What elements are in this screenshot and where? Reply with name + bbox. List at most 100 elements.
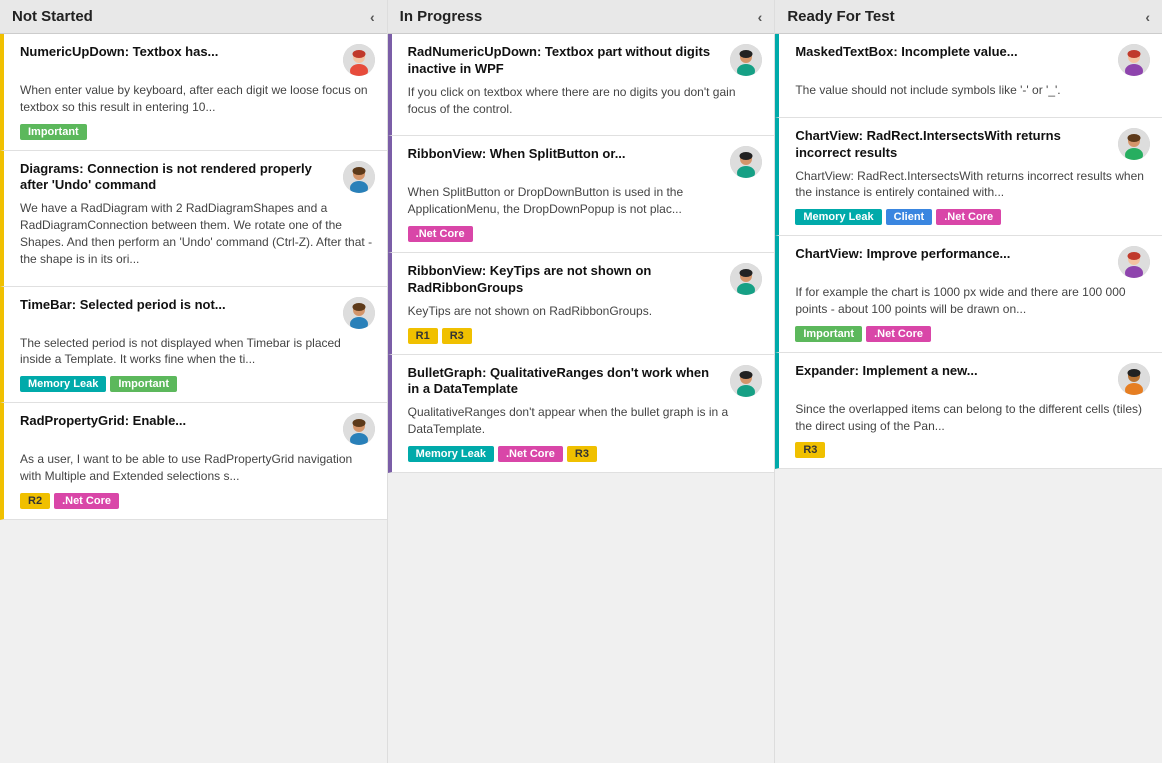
avatar: [343, 161, 375, 193]
card-top: BulletGraph: QualitativeRanges don't wor…: [408, 365, 763, 399]
tag-netcore[interactable]: .Net Core: [408, 226, 473, 242]
column-header-ready-for-test: Ready For Test ‹: [775, 0, 1162, 34]
avatar: [730, 44, 762, 76]
card[interactable]: NumericUpDown: Textbox has... When enter…: [0, 34, 387, 151]
tag-r3[interactable]: R3: [567, 446, 597, 462]
card-description: If for example the chart is 1000 px wide…: [795, 284, 1150, 318]
card-title: MaskedTextBox: Incomplete value...: [795, 44, 1118, 61]
tag-memoryleak[interactable]: Memory Leak: [408, 446, 494, 462]
card-tags: Memory Leak Client.Net Core: [795, 209, 1150, 225]
avatar: [1118, 246, 1150, 278]
tag-important[interactable]: Important: [20, 124, 87, 140]
card-title: RadNumericUpDown: Textbox part without d…: [408, 44, 731, 78]
card-tags: R3: [795, 442, 1150, 458]
card[interactable]: ChartView: Improve performance... If for…: [775, 236, 1162, 353]
card-description: When SplitButton or DropDownButton is us…: [408, 184, 763, 218]
card-title: BulletGraph: QualitativeRanges don't wor…: [408, 365, 731, 399]
avatar: [343, 297, 375, 329]
avatar: [1118, 363, 1150, 395]
card-tags: .Net Core: [408, 226, 763, 242]
tag-memoryleak[interactable]: Memory Leak: [795, 209, 881, 225]
column-title-in-progress: In Progress: [400, 8, 483, 25]
card-top: RibbonView: KeyTips are not shown on Rad…: [408, 263, 763, 297]
column-title-not-started: Not Started: [12, 8, 93, 25]
card-tags: R1R3: [408, 328, 763, 344]
column-header-in-progress: In Progress ‹: [388, 0, 775, 34]
card-top: Expander: Implement a new...: [795, 363, 1150, 395]
card-title: TimeBar: Selected period is not...: [20, 297, 343, 314]
card[interactable]: TimeBar: Selected period is not... The s…: [0, 287, 387, 404]
card-title: RadPropertyGrid: Enable...: [20, 413, 343, 430]
collapse-icon-ready-for-test[interactable]: ‹: [1145, 9, 1150, 25]
card[interactable]: MaskedTextBox: Incomplete value... The v…: [775, 34, 1162, 118]
avatar: [343, 44, 375, 76]
card-tags: Important.Net Core: [795, 326, 1150, 342]
tag-important[interactable]: Important: [110, 376, 177, 392]
card-description: QualitativeRanges don't appear when the …: [408, 404, 763, 438]
kanban-board: Not Started ‹ NumericUpDown: Textbox has..…: [0, 0, 1162, 763]
card-top: Diagrams: Connection is not rendered pro…: [20, 161, 375, 195]
cards-container-ready-for-test: MaskedTextBox: Incomplete value... The v…: [775, 34, 1162, 469]
card-top: RadNumericUpDown: Textbox part without d…: [408, 44, 763, 78]
card-description: We have a RadDiagram with 2 RadDiagramSh…: [20, 200, 375, 267]
card-description: KeyTips are not shown on RadRibbonGroups…: [408, 303, 763, 320]
card-title: ChartView: Improve performance...: [795, 246, 1118, 263]
card[interactable]: BulletGraph: QualitativeRanges don't wor…: [388, 355, 775, 473]
avatar: [1118, 44, 1150, 76]
card-top: RadPropertyGrid: Enable...: [20, 413, 375, 445]
card-tags: Important: [20, 124, 375, 140]
card-top: ChartView: Improve performance...: [795, 246, 1150, 278]
card-description: Since the overlapped items can belong to…: [795, 401, 1150, 435]
cards-container-in-progress: RadNumericUpDown: Textbox part without d…: [388, 34, 775, 473]
card-title: RibbonView: When SplitButton or...: [408, 146, 731, 163]
tag-netcore[interactable]: .Net Core: [498, 446, 563, 462]
card[interactable]: RibbonView: When SplitButton or... When …: [388, 136, 775, 253]
card-tags: R2.Net Core: [20, 493, 375, 509]
avatar: [343, 413, 375, 445]
card-top: ChartView: RadRect.IntersectsWith return…: [795, 128, 1150, 162]
tag-netcore[interactable]: .Net Core: [54, 493, 119, 509]
tag-netcore[interactable]: .Net Core: [936, 209, 1001, 225]
card-title: NumericUpDown: Textbox has...: [20, 44, 343, 61]
tag-important[interactable]: Important: [795, 326, 862, 342]
card-description: As a user, I want to be able to use RadP…: [20, 451, 375, 485]
tag-r3[interactable]: R3: [442, 328, 472, 344]
avatar: [730, 365, 762, 397]
column-title-ready-for-test: Ready For Test: [787, 8, 894, 25]
card-title: Expander: Implement a new...: [795, 363, 1118, 380]
card-description: When enter value by keyboard, after each…: [20, 82, 375, 116]
column-ready-for-test: Ready For Test ‹ MaskedTextBox: Incomplete…: [775, 0, 1162, 763]
column-in-progress: In Progress ‹ RadNumericUpDown: Textbox pa…: [388, 0, 776, 763]
card-description: The value should not include symbols lik…: [795, 82, 1150, 99]
tag-memoryleak[interactable]: Memory Leak: [20, 376, 106, 392]
collapse-icon-not-started[interactable]: ‹: [370, 9, 375, 25]
card-top: MaskedTextBox: Incomplete value...: [795, 44, 1150, 76]
card-description: If you click on textbox where there are …: [408, 84, 763, 118]
card-title: ChartView: RadRect.IntersectsWith return…: [795, 128, 1118, 162]
card[interactable]: Expander: Implement a new... Since the o…: [775, 353, 1162, 470]
column-not-started: Not Started ‹ NumericUpDown: Textbox has..…: [0, 0, 388, 763]
card-top: TimeBar: Selected period is not...: [20, 297, 375, 329]
tag-r3[interactable]: R3: [795, 442, 825, 458]
card-description: ChartView: RadRect.IntersectsWith return…: [795, 168, 1150, 202]
card-tags: Memory LeakImportant: [20, 376, 375, 392]
collapse-icon-in-progress[interactable]: ‹: [758, 9, 763, 25]
tag-client[interactable]: Client: [886, 209, 933, 225]
card[interactable]: RadNumericUpDown: Textbox part without d…: [388, 34, 775, 136]
cards-container-not-started: NumericUpDown: Textbox has... When enter…: [0, 34, 387, 520]
card-tags: Memory Leak.Net CoreR3: [408, 446, 763, 462]
card[interactable]: ChartView: RadRect.IntersectsWith return…: [775, 118, 1162, 236]
card-top: NumericUpDown: Textbox has...: [20, 44, 375, 76]
tag-r1[interactable]: R1: [408, 328, 438, 344]
card[interactable]: Diagrams: Connection is not rendered pro…: [0, 151, 387, 287]
card-description: The selected period is not displayed whe…: [20, 335, 375, 369]
card[interactable]: RadPropertyGrid: Enable... As a user, I …: [0, 403, 387, 520]
tag-netcore[interactable]: .Net Core: [866, 326, 931, 342]
avatar: [730, 263, 762, 295]
card-title: Diagrams: Connection is not rendered pro…: [20, 161, 343, 195]
card[interactable]: RibbonView: KeyTips are not shown on Rad…: [388, 253, 775, 355]
avatar: [730, 146, 762, 178]
card-title: RibbonView: KeyTips are not shown on Rad…: [408, 263, 731, 297]
tag-r2[interactable]: R2: [20, 493, 50, 509]
avatar: [1118, 128, 1150, 160]
